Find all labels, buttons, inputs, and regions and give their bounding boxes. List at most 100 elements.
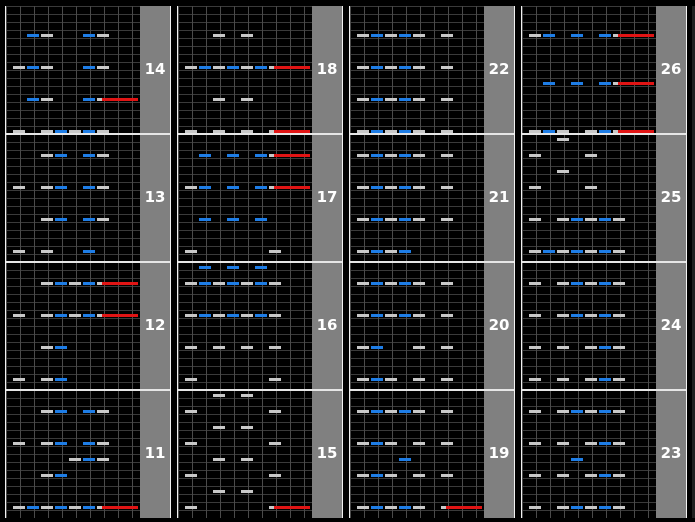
- blue-note[interactable]: [371, 154, 383, 157]
- blue-note[interactable]: [55, 410, 67, 413]
- blue-note[interactable]: [599, 474, 611, 477]
- white-note[interactable]: [613, 250, 625, 253]
- white-note[interactable]: [269, 282, 281, 285]
- white-note[interactable]: [413, 378, 425, 381]
- white-note[interactable]: [185, 346, 197, 349]
- white-note[interactable]: [269, 410, 281, 413]
- blue-note[interactable]: [543, 250, 555, 253]
- white-note[interactable]: [385, 474, 397, 477]
- blue-note[interactable]: [255, 266, 267, 269]
- white-note[interactable]: [385, 186, 397, 189]
- scratch-note[interactable]: [618, 34, 654, 37]
- blue-note[interactable]: [371, 442, 383, 445]
- white-note[interactable]: [413, 346, 425, 349]
- blue-note[interactable]: [399, 410, 411, 413]
- white-note[interactable]: [357, 154, 369, 157]
- white-note[interactable]: [613, 410, 625, 413]
- white-note[interactable]: [241, 282, 253, 285]
- white-note[interactable]: [185, 282, 197, 285]
- white-note[interactable]: [557, 170, 569, 173]
- white-note[interactable]: [385, 410, 397, 413]
- scratch-note[interactable]: [102, 506, 138, 509]
- blue-note[interactable]: [371, 282, 383, 285]
- white-note[interactable]: [385, 506, 397, 509]
- white-note[interactable]: [385, 98, 397, 101]
- white-note[interactable]: [97, 154, 109, 157]
- blue-note[interactable]: [371, 34, 383, 37]
- blue-note[interactable]: [55, 378, 67, 381]
- blue-note[interactable]: [199, 266, 211, 269]
- white-note[interactable]: [241, 346, 253, 349]
- blue-note[interactable]: [55, 442, 67, 445]
- white-note[interactable]: [529, 442, 541, 445]
- blue-note[interactable]: [371, 314, 383, 317]
- white-note[interactable]: [213, 346, 225, 349]
- blue-note[interactable]: [571, 458, 583, 461]
- blue-note[interactable]: [599, 378, 611, 381]
- white-note[interactable]: [241, 66, 253, 69]
- scratch-note[interactable]: [102, 314, 138, 317]
- white-note[interactable]: [213, 314, 225, 317]
- blue-note[interactable]: [83, 442, 95, 445]
- blue-note[interactable]: [371, 250, 383, 253]
- white-note[interactable]: [241, 458, 253, 461]
- white-note[interactable]: [97, 218, 109, 221]
- blue-note[interactable]: [599, 82, 611, 85]
- white-note[interactable]: [357, 66, 369, 69]
- white-note[interactable]: [557, 346, 569, 349]
- blue-note[interactable]: [371, 474, 383, 477]
- white-note[interactable]: [357, 34, 369, 37]
- white-note[interactable]: [269, 250, 281, 253]
- white-note[interactable]: [613, 474, 625, 477]
- blue-note[interactable]: [543, 34, 555, 37]
- white-note[interactable]: [213, 98, 225, 101]
- white-note[interactable]: [529, 186, 541, 189]
- white-note[interactable]: [213, 490, 225, 493]
- white-note[interactable]: [357, 378, 369, 381]
- white-note[interactable]: [41, 66, 53, 69]
- white-note[interactable]: [413, 98, 425, 101]
- white-note[interactable]: [441, 314, 453, 317]
- white-note[interactable]: [613, 506, 625, 509]
- blue-note[interactable]: [599, 314, 611, 317]
- white-note[interactable]: [213, 458, 225, 461]
- white-note[interactable]: [185, 378, 197, 381]
- white-note[interactable]: [585, 442, 597, 445]
- blue-note[interactable]: [83, 154, 95, 157]
- blue-note[interactable]: [399, 66, 411, 69]
- blue-note[interactable]: [199, 186, 211, 189]
- white-note[interactable]: [69, 314, 81, 317]
- scratch-note[interactable]: [102, 282, 138, 285]
- white-note[interactable]: [613, 442, 625, 445]
- white-note[interactable]: [413, 186, 425, 189]
- white-note[interactable]: [97, 410, 109, 413]
- blue-note[interactable]: [371, 506, 383, 509]
- blue-note[interactable]: [371, 218, 383, 221]
- white-note[interactable]: [529, 250, 541, 253]
- white-note[interactable]: [441, 410, 453, 413]
- white-note[interactable]: [413, 410, 425, 413]
- blue-note[interactable]: [27, 66, 39, 69]
- blue-note[interactable]: [227, 218, 239, 221]
- white-note[interactable]: [441, 218, 453, 221]
- white-note[interactable]: [357, 98, 369, 101]
- blue-note[interactable]: [399, 186, 411, 189]
- blue-note[interactable]: [543, 82, 555, 85]
- white-note[interactable]: [357, 314, 369, 317]
- white-note[interactable]: [413, 474, 425, 477]
- measure[interactable]: [522, 390, 656, 518]
- blue-note[interactable]: [571, 282, 583, 285]
- blue-note[interactable]: [399, 282, 411, 285]
- blue-note[interactable]: [227, 186, 239, 189]
- white-note[interactable]: [413, 154, 425, 157]
- blue-note[interactable]: [227, 66, 239, 69]
- white-note[interactable]: [557, 506, 569, 509]
- blue-note[interactable]: [255, 154, 267, 157]
- white-note[interactable]: [441, 186, 453, 189]
- white-note[interactable]: [413, 34, 425, 37]
- white-note[interactable]: [385, 34, 397, 37]
- white-note[interactable]: [69, 282, 81, 285]
- white-note[interactable]: [13, 506, 25, 509]
- white-note[interactable]: [41, 34, 53, 37]
- white-note[interactable]: [13, 66, 25, 69]
